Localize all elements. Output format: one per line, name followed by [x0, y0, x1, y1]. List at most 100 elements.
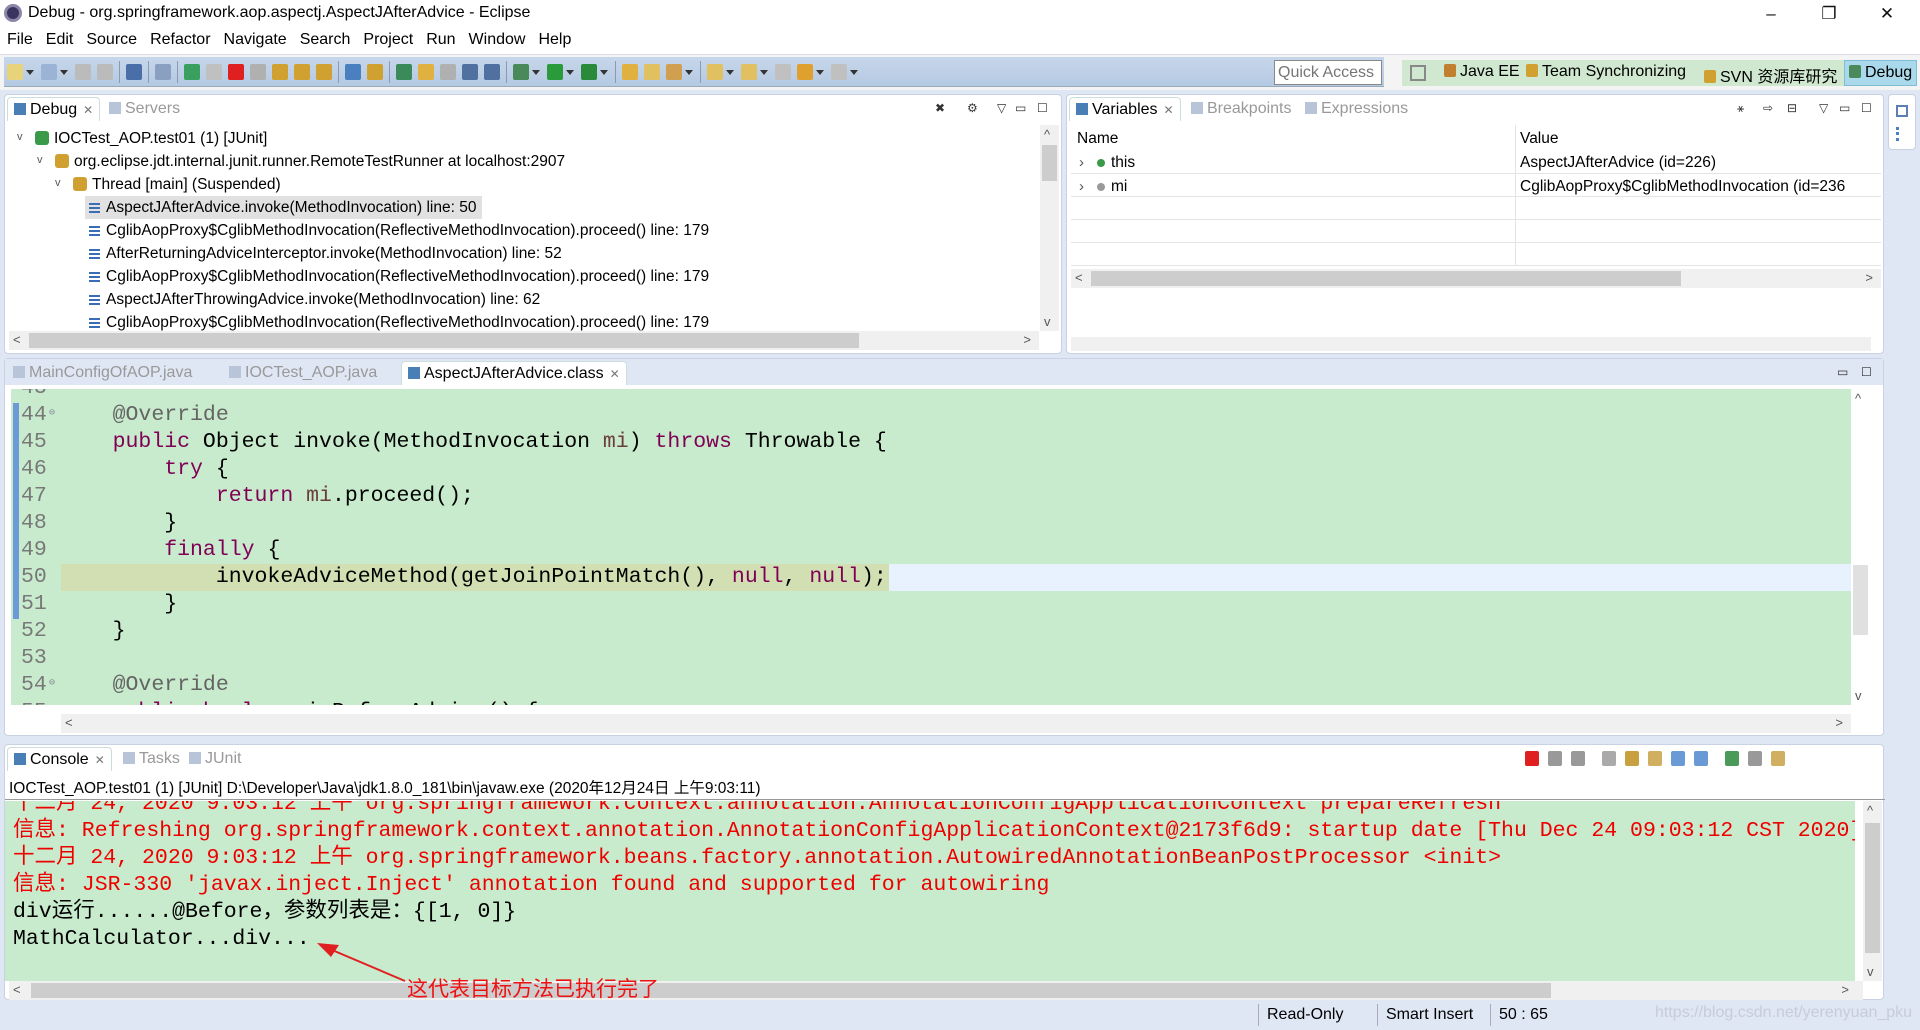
- minimize-view-icon[interactable]: ▭: [1015, 101, 1026, 115]
- previous-annotation-icon[interactable]: [741, 64, 757, 80]
- menu-refactor[interactable]: Refactor: [143, 28, 216, 49]
- dropdown-arrow-icon[interactable]: [600, 70, 608, 75]
- close-tab-icon[interactable]: ✕: [1164, 103, 1174, 117]
- close-tab-icon[interactable]: ✕: [83, 103, 93, 117]
- code-line[interactable]: 46 try {: [11, 456, 1855, 483]
- step-return-icon[interactable]: [316, 64, 332, 80]
- dropdown-arrow-icon[interactable]: [26, 70, 34, 75]
- terminate-icon[interactable]: [1525, 751, 1539, 766]
- resume-icon[interactable]: [184, 64, 200, 80]
- restore-icon[interactable]: [1896, 105, 1908, 117]
- fold-icon[interactable]: ⊖: [49, 670, 55, 697]
- debug-vertical-scrollbar[interactable]: ^ v: [1040, 125, 1059, 331]
- show-logical-structure-icon[interactable]: ⇨: [1763, 101, 1773, 115]
- clear-console-icon[interactable]: [1602, 751, 1616, 766]
- column-header-value[interactable]: Value: [1520, 127, 1559, 150]
- suspend-icon[interactable]: [206, 64, 222, 80]
- menu-help[interactable]: Help: [531, 28, 577, 49]
- code-line[interactable]: 45 public Object invoke(MethodInvocation…: [11, 429, 1855, 456]
- tab-servers[interactable]: Servers: [103, 97, 186, 121]
- tree-item[interactable]: Thread [main] (Suspended): [73, 173, 281, 196]
- display-console-icon[interactable]: [1748, 751, 1762, 766]
- terminate-icon[interactable]: [228, 64, 244, 80]
- tab-expressions[interactable]: Expressions: [1299, 97, 1414, 121]
- dropdown-arrow-icon[interactable]: [760, 70, 768, 75]
- mark-occurrences-icon[interactable]: [418, 64, 434, 80]
- save-all-icon[interactable]: [97, 64, 113, 80]
- minimize-view-icon[interactable]: ▭: [1837, 365, 1848, 379]
- use-step-filters-icon[interactable]: [367, 64, 383, 80]
- tab-ioctest-aop-java[interactable]: IOCTest_AOP.java: [223, 361, 383, 385]
- perspective-team[interactable]: Team Synchronizing: [1526, 63, 1686, 81]
- perspective-debug[interactable]: Debug: [1844, 60, 1918, 86]
- dropdown-arrow-icon[interactable]: [850, 70, 858, 75]
- remove-launch-icon[interactable]: [1548, 751, 1562, 766]
- code-editor[interactable]: 4344⊖ @Override45 public Object invoke(M…: [11, 389, 1855, 705]
- menu-edit[interactable]: Edit: [39, 28, 80, 49]
- menu-window[interactable]: Window: [462, 28, 532, 49]
- open-type-icon[interactable]: [396, 64, 412, 80]
- minimize-view-icon[interactable]: ▭: [1839, 101, 1850, 115]
- close-button[interactable]: ✕: [1864, 2, 1910, 26]
- variable-value[interactable]: AspectJAfterAdvice (id=226): [1520, 151, 1716, 174]
- next-annotation-icon[interactable]: [707, 64, 723, 80]
- maximize-view-icon[interactable]: ☐: [1861, 365, 1872, 379]
- variable-name[interactable]: this: [1111, 151, 1135, 174]
- variables-horizontal-scrollbar[interactable]: < >: [1071, 269, 1881, 288]
- pin-console-icon[interactable]: [1725, 751, 1739, 766]
- collapse-all-icon[interactable]: ⊟: [1787, 101, 1797, 115]
- code-line[interactable]: 55 public boolean isBeforeAdvice() {: [11, 699, 1855, 705]
- code-line[interactable]: 54 ⊖ @Override: [11, 672, 1855, 699]
- column-header-name[interactable]: Name: [1077, 127, 1118, 150]
- show-on-stdout-icon[interactable]: [1671, 751, 1685, 766]
- outline-icon[interactable]: [1896, 127, 1908, 141]
- code-line[interactable]: 49 finally {: [11, 537, 1855, 564]
- drop-to-frame-icon[interactable]: [345, 64, 361, 80]
- tree-item[interactable]: CglibAopProxy$CglibMethodInvocation(Refl…: [85, 265, 709, 288]
- remove-terminated-icon[interactable]: ✖: [935, 101, 945, 115]
- menu-run[interactable]: Run: [419, 28, 461, 49]
- code-line[interactable]: 43: [11, 389, 1855, 402]
- fold-icon[interactable]: ⊖: [49, 400, 55, 427]
- open-console-icon[interactable]: [1771, 751, 1785, 766]
- expand-twisty-icon[interactable]: ›: [1079, 178, 1084, 195]
- paragraph-icon[interactable]: [484, 64, 500, 80]
- expand-twisty-icon[interactable]: ›: [1079, 154, 1084, 171]
- variable-name[interactable]: mi: [1111, 175, 1127, 198]
- code-line[interactable]: 44 ⊖ @Override: [11, 402, 1855, 429]
- tree-item[interactable]: org.eclipse.jdt.internal.junit.runner.Re…: [55, 150, 565, 173]
- editor-horizontal-scrollbar[interactable]: < >: [61, 714, 1851, 733]
- scroll-lock-icon[interactable]: [1625, 751, 1639, 766]
- tab-variables[interactable]: Variables ✕: [1069, 97, 1181, 121]
- minimize-button[interactable]: –: [1748, 2, 1794, 26]
- dropdown-arrow-icon[interactable]: [532, 70, 540, 75]
- open-task-icon[interactable]: [644, 64, 660, 80]
- tab-tasks[interactable]: Tasks: [117, 747, 186, 771]
- debug-horizontal-scrollbar[interactable]: < >: [9, 331, 1039, 350]
- external-tools-icon[interactable]: [581, 64, 597, 80]
- tab-junit[interactable]: JUnit: [183, 747, 247, 771]
- remove-all-terminated-icon[interactable]: [1571, 751, 1585, 766]
- tree-item[interactable]: IOCTest_AOP.test01 (1) [JUnit]: [35, 127, 267, 150]
- show-whitespace-icon[interactable]: [462, 64, 478, 80]
- menu-search[interactable]: Search: [293, 28, 357, 49]
- disconnect-icon[interactable]: [250, 64, 266, 80]
- show-on-stderr-icon[interactable]: [1694, 751, 1708, 766]
- quick-access-input[interactable]: [1274, 60, 1382, 85]
- new-icon[interactable]: [7, 64, 23, 80]
- dropdown-arrow-icon[interactable]: [726, 70, 734, 75]
- dropdown-arrow-icon[interactable]: [816, 70, 824, 75]
- tab-mainconfigofaop-java[interactable]: MainConfigOfAOP.java: [7, 361, 198, 385]
- dropdown-arrow-icon[interactable]: [566, 70, 574, 75]
- tree-item[interactable]: CglibAopProxy$CglibMethodInvocation(Refl…: [85, 311, 709, 331]
- view-menu-icon[interactable]: ▽: [1819, 101, 1828, 115]
- console-vertical-scrollbar[interactable]: ^ v: [1863, 801, 1882, 981]
- open-perspective-icon[interactable]: [1410, 65, 1426, 81]
- tab-aspectjafteradvice-class[interactable]: AspectJAfterAdvice.class ✕: [401, 361, 627, 385]
- code-line[interactable]: 52 }: [11, 618, 1855, 645]
- expand-twisty-icon[interactable]: v: [37, 154, 43, 166]
- menu-navigate[interactable]: Navigate: [217, 28, 293, 49]
- code-line[interactable]: 47 return mi.proceed();: [11, 483, 1855, 510]
- step-into-icon[interactable]: [272, 64, 288, 80]
- maximize-view-icon[interactable]: ☐: [1037, 101, 1048, 115]
